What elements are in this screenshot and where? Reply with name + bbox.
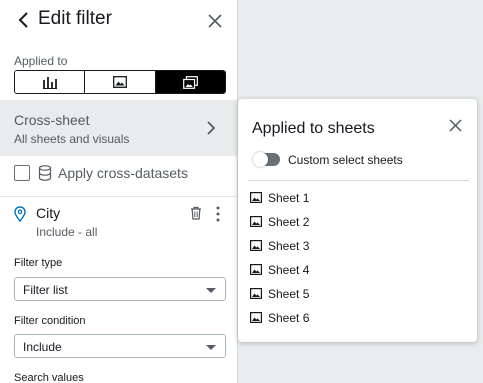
- close-icon[interactable]: [449, 119, 462, 132]
- multi-sheet-icon: [182, 75, 198, 89]
- page-title: Edit filter: [38, 8, 112, 29]
- filter-type-select[interactable]: Filter list: [14, 277, 226, 301]
- sheet-label: Sheet 6: [268, 311, 310, 325]
- sheet-list-item[interactable]: Sheet 4: [250, 260, 460, 284]
- filter-field-name: City: [36, 205, 61, 221]
- sheet-list-item[interactable]: Sheet 5: [250, 284, 460, 308]
- edit-filter-panel: Edit filter Applied to Cross-sheet All s…: [0, 0, 238, 383]
- sheet-label: Sheet 1: [268, 191, 310, 205]
- more-options-icon[interactable]: [215, 206, 221, 222]
- sheet-icon: [250, 216, 262, 227]
- chevron-left-icon[interactable]: [16, 10, 32, 30]
- apply-cross-datasets-checkbox[interactable]: [14, 165, 30, 181]
- apply-cross-datasets-row: Apply cross-datasets: [14, 164, 234, 184]
- filter-condition-value: Include: [23, 340, 62, 354]
- sheet-label: Sheet 2: [268, 215, 310, 229]
- apply-cross-datasets-label: Apply cross-datasets: [58, 165, 188, 181]
- popover-title: Applied to sheets: [252, 120, 375, 137]
- applied-to-cross-sheet-button[interactable]: [155, 71, 225, 93]
- filter-condition-select[interactable]: Include: [14, 334, 226, 358]
- database-icon: [38, 165, 52, 181]
- sheet-label: Sheet 3: [268, 239, 310, 253]
- applied-to-sheets-popover: Applied to sheets Custom select sheets S…: [238, 99, 477, 342]
- applied-to-segmented-control: [14, 70, 226, 94]
- sheet-list-item[interactable]: Sheet 6: [250, 308, 460, 332]
- sheet-icon: [250, 288, 262, 299]
- panel-header: Edit filter: [0, 0, 237, 42]
- sheet-list-item[interactable]: Sheet 2: [250, 212, 460, 236]
- sheet-icon: [250, 192, 262, 203]
- sheet-icon: [250, 264, 262, 275]
- filter-field-summary: Include - all: [36, 225, 98, 239]
- scope-selector[interactable]: Cross-sheet All sheets and visuals: [0, 100, 237, 156]
- applied-to-label: Applied to: [14, 54, 68, 68]
- sheet-label: Sheet 4: [268, 263, 310, 277]
- sheet-list: Sheet 1 Sheet 2 Sheet 3 Sheet 4 Sheet 5 …: [250, 188, 460, 332]
- filter-type-value: Filter list: [23, 283, 68, 297]
- close-icon[interactable]: [207, 13, 223, 29]
- trash-icon[interactable]: [190, 206, 202, 220]
- applied-to-visual-button[interactable]: [15, 71, 86, 93]
- caret-down-icon: [206, 345, 216, 350]
- sheet-list-item[interactable]: Sheet 1: [250, 188, 460, 212]
- popover-divider: [248, 180, 469, 181]
- bar-chart-icon: [42, 76, 57, 89]
- scope-title: Cross-sheet: [14, 112, 90, 128]
- filter-condition-label: Filter condition: [14, 315, 86, 327]
- caret-down-icon: [206, 288, 216, 293]
- custom-select-sheets-label: Custom select sheets: [288, 153, 403, 167]
- sheet-icon: [250, 240, 262, 251]
- custom-select-sheets-toggle[interactable]: [253, 152, 280, 167]
- applied-to-sheet-button[interactable]: [85, 71, 156, 93]
- filter-type-label: Filter type: [14, 257, 63, 269]
- section-divider: [0, 196, 237, 197]
- chevron-right-icon: [207, 121, 216, 135]
- scope-subtitle: All sheets and visuals: [14, 132, 130, 146]
- sheet-icon: [250, 312, 262, 323]
- sheet-icon: [113, 76, 127, 88]
- sheet-label: Sheet 5: [268, 287, 310, 301]
- sheet-list-item[interactable]: Sheet 3: [250, 236, 460, 260]
- search-values-label: Search values: [14, 372, 84, 383]
- map-pin-icon: [14, 206, 26, 222]
